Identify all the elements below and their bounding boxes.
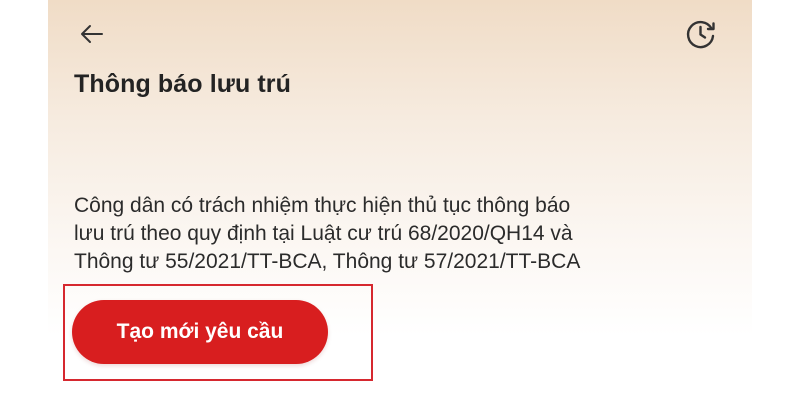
description-line: lưu trú theo quy định tại Luật cư trú 68… <box>74 222 573 245</box>
clock-history-icon[interactable] <box>684 17 718 51</box>
arrow-left-icon[interactable] <box>78 20 106 48</box>
description-line: Thông tư 55/2021/TT-BCA, Thông tư 57/202… <box>74 250 581 273</box>
description-line: Công dân có trách nhiệm thực hiện thủ tụ… <box>74 194 571 217</box>
page-title: Thông báo lưu trú <box>74 70 291 98</box>
screenshot-frame: Thông báo lưu trú Công dân có trách nhiệ… <box>0 0 800 420</box>
create-request-button[interactable]: Tạo mới yêu cầu <box>72 300 328 364</box>
description-text: Công dân có trách nhiệm thực hiện thủ tụ… <box>74 192 714 276</box>
